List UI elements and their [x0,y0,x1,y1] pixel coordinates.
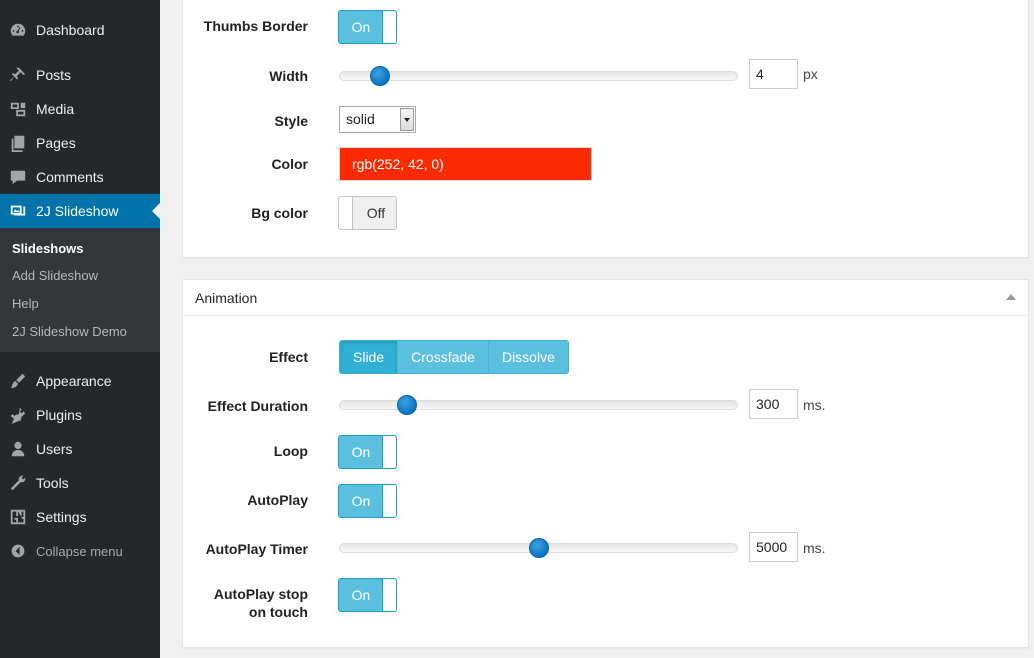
dashboard-icon [0,21,36,39]
width-label: Width [269,68,308,84]
autoplay-timer-slider[interactable] [339,538,738,558]
border-color-picker[interactable]: rgb(252, 42, 0) [339,147,592,181]
effect-option-crossfade[interactable]: Crossfade [398,341,489,373]
menu-label: Users [36,441,73,457]
effect-option-dissolve[interactable]: Dissolve [488,341,568,373]
switch-state: On [351,19,371,35]
autoplay-stop-label-line1: AutoPlay stop [213,586,308,602]
slider-handle[interactable] [370,66,390,86]
menu-label: Pages [36,135,76,151]
autoplay-timer-unit: ms. [803,540,826,556]
panel-title: Animation [195,290,258,306]
menu-label: 2J Slideshow [36,203,119,219]
effect-duration-label: Effect Duration [207,398,308,414]
submenu-item-help[interactable]: Help [12,296,39,311]
comment-icon [0,168,36,186]
switch-knob [382,436,396,468]
submenu-item-slideshows[interactable]: Slideshows [12,241,84,256]
menu-label: Media [36,101,75,117]
loop-label: Loop [273,443,308,459]
color-label: Color [271,156,308,172]
slider-handle[interactable] [397,395,417,415]
switch-knob [382,485,396,517]
submenu-item-demo[interactable]: 2J Slideshow Demo [12,324,127,339]
width-input[interactable] [749,59,798,89]
autoplay-timer-label: AutoPlay Timer [205,541,308,557]
menu-label: Appearance [36,373,112,389]
pin-icon [0,66,36,84]
panel-header[interactable]: Animation [183,280,1028,316]
submenu: Slideshows Add Slideshow Help 2J Slidesh… [0,228,160,352]
bg-color-switch[interactable]: Off [338,196,397,230]
style-select[interactable]: solid [339,106,416,133]
switch-state: On [351,444,371,460]
switch-knob [382,11,396,43]
brush-icon [0,372,36,390]
loop-switch[interactable]: On [338,435,397,469]
autoplay-stop-label-line2: on touch [248,604,308,620]
effect-duration-input[interactable] [749,389,798,419]
width-unit: px [803,66,818,82]
thumbs-border-switch[interactable]: On [338,10,397,44]
settings-icon [0,508,36,526]
user-icon [0,440,36,458]
submenu-item-add-slideshow[interactable]: Add Slideshow [12,268,98,283]
effect-duration-unit: ms. [803,397,826,413]
autoplay-label: AutoPlay [247,492,308,508]
effect-selector: Slide Crossfade Dissolve [339,340,569,374]
menu-label: Dashboard [36,22,105,38]
collapse-arrow-icon [0,543,36,559]
chevron-down-icon[interactable] [400,108,414,131]
effect-duration-slider[interactable] [339,395,738,415]
switch-state: On [351,587,371,603]
bg-color-label: Bg color [251,205,308,221]
menu-label: Posts [36,67,72,83]
switch-state: Off [366,205,386,221]
animation-panel: Animation Effect Slide Crossfade Dissolv… [182,279,1029,648]
plugin-icon [0,406,36,424]
switch-state: On [351,493,371,509]
media-icon [0,100,36,118]
effect-option-slide[interactable]: Slide [340,341,399,373]
style-select-value: solid [346,111,375,127]
slider-handle[interactable] [529,538,549,558]
autoplay-timer-input[interactable] [749,532,798,562]
wrench-icon [0,474,36,492]
autoplay-stop-switch[interactable]: On [338,578,397,612]
menu-label: Plugins [36,407,82,423]
slideshow-icon [0,202,36,220]
menu-label: Comments [36,169,104,185]
admin-sidebar: Dashboard Posts Media Pages Comments 2J … [0,0,160,658]
collapse-toggle-icon[interactable] [1006,294,1016,300]
autoplay-switch[interactable]: On [338,484,397,518]
menu-label: Settings [36,509,87,525]
style-label: Style [274,113,308,129]
thumbs-settings-panel: Thumbs Border On Width px Style solid Co… [182,0,1029,258]
menu-item-appearance[interactable]: Appearance [0,364,160,398]
effect-label: Effect [269,349,308,365]
width-slider[interactable] [339,66,738,86]
switch-knob [339,197,353,229]
menu-label: Tools [36,475,69,491]
thumbs-border-label: Thumbs Border [203,18,308,34]
switch-knob [382,579,396,611]
pages-icon [0,134,36,152]
